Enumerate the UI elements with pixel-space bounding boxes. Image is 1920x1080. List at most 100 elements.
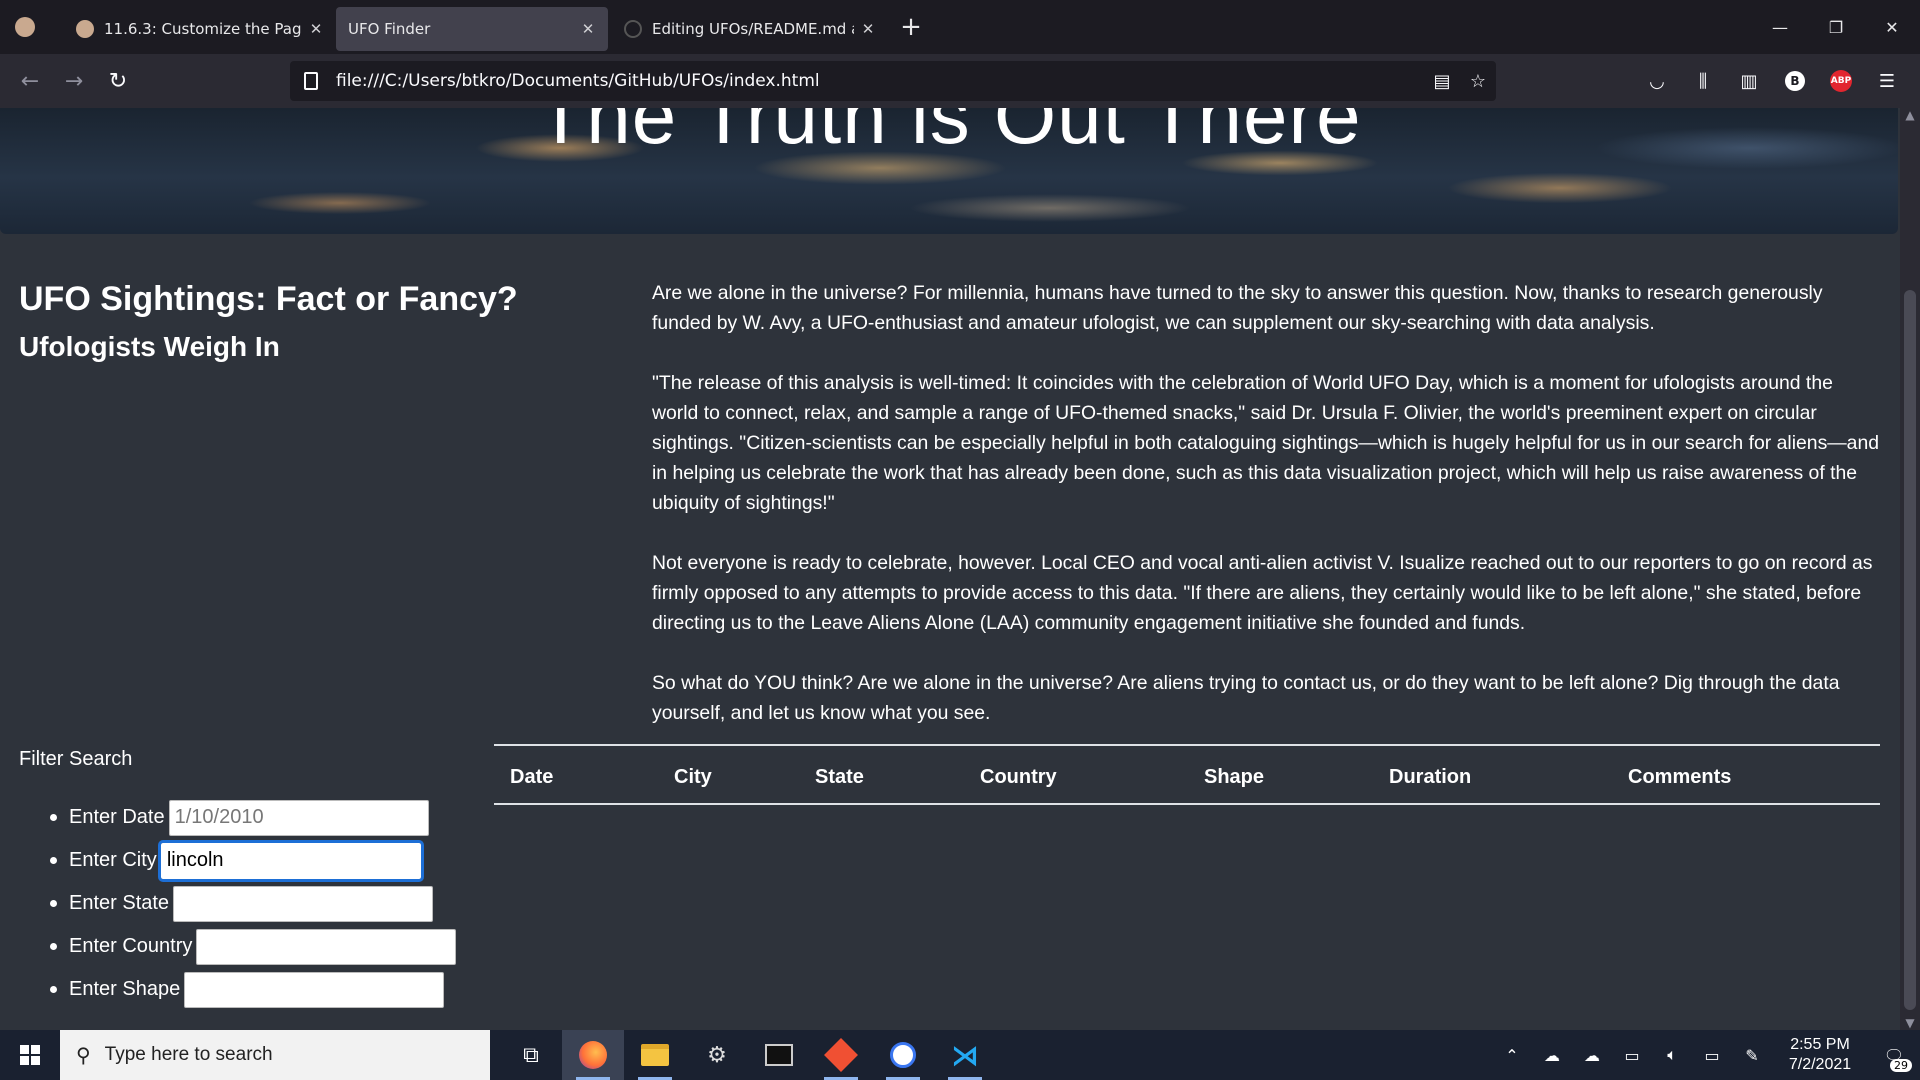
tab-favicon-icon <box>76 20 94 38</box>
column-header-date: Date <box>494 744 658 805</box>
article-paragraph: So what do YOU think? Are we alone in th… <box>652 672 1840 724</box>
article-body: Are we alone in the universe? For millen… <box>652 278 1882 758</box>
search-icon: ⚲ <box>76 1044 91 1067</box>
date-input[interactable] <box>168 799 429 836</box>
column-header-state: State <box>799 744 964 805</box>
tab-label: Editing UFOs/README.md at m <box>652 20 854 38</box>
filter-label: Enter State <box>69 892 170 914</box>
column-header-city: City <box>658 744 799 805</box>
filter-label: Enter City <box>69 849 157 871</box>
terminal-icon[interactable] <box>748 1030 810 1080</box>
taskbar-search[interactable]: ⚲ Type here to search <box>60 1030 490 1080</box>
headline-sub: Ufologists Weigh In <box>19 331 280 362</box>
page-headline: UFO Sightings: Fact or Fancy? Ufologists… <box>19 276 619 370</box>
profile-initial: B <box>1785 71 1805 91</box>
firefox-taskbar-icon[interactable] <box>562 1030 624 1080</box>
url-bar[interactable]: file:///C:/Users/btkro/Documents/GitHub/… <box>290 61 1496 101</box>
browser-nav-bar: ← → ↻ file:///C:/Users/btkro/Documents/G… <box>0 54 1920 108</box>
article-paragraph: Not everyone is ready to celebrate, howe… <box>652 552 1873 634</box>
firefox-view-button[interactable] <box>0 0 50 54</box>
abp-label: ABP <box>1830 70 1852 92</box>
search-placeholder: Type here to search <box>104 1044 273 1065</box>
article-paragraph: Are we alone in the universe? For millen… <box>652 282 1823 334</box>
reload-icon[interactable]: ↻ <box>96 59 140 103</box>
close-tab-icon[interactable]: ✕ <box>308 20 324 38</box>
cloud-icon[interactable]: ☁ <box>1572 1030 1612 1080</box>
column-header-country: Country <box>964 744 1188 805</box>
close-window-icon[interactable]: ✕ <box>1864 0 1920 54</box>
table-header-row: Date City State Country Shape Duration C… <box>494 744 1880 805</box>
filter-item-date: Enter Date <box>50 796 456 839</box>
tab-customize-page[interactable]: 11.6.3: Customize the Page with ✕ <box>64 7 336 51</box>
system-tray: ⌃ ☁ ☁ ▭ 🔈︎ ▭ ✎ 2:55 PM 7/2/2021 🗨︎ 29 <box>1492 1030 1920 1080</box>
scrollbar-thumb[interactable] <box>1904 290 1916 1010</box>
tab-ufo-finder[interactable]: UFO Finder ✕ <box>336 7 608 51</box>
task-view-icon[interactable]: ⧉ <box>500 1030 562 1080</box>
page-viewport: The Truth is Out There UFO Sightings: Fa… <box>0 108 1900 1030</box>
restore-icon[interactable]: ❐ <box>1808 0 1864 54</box>
tab-editing-readme[interactable]: Editing UFOs/README.md at m ✕ <box>612 7 888 51</box>
github-icon <box>624 20 642 38</box>
pen-icon[interactable]: ✎ <box>1732 1030 1772 1080</box>
bookmark-star-icon[interactable]: ☆ <box>1460 71 1496 92</box>
toolbar-icons: ◡ ⫼ ▥ B ABP ☰ <box>1634 61 1910 101</box>
bullet <box>50 943 57 950</box>
bullet <box>50 900 57 907</box>
battery-icon[interactable]: ▭ <box>1612 1030 1652 1080</box>
show-hidden-icons-chevron-icon[interactable]: ⌃ <box>1492 1030 1532 1080</box>
settings-app-icon[interactable]: ⚙ <box>686 1030 748 1080</box>
windows-logo-icon <box>20 1045 40 1065</box>
sidebar-icon[interactable]: ▥ <box>1726 61 1772 101</box>
tab-label: 11.6.3: Customize the Page with <box>104 20 302 38</box>
tab-label: UFO Finder <box>348 20 431 38</box>
ufo-table: Date City State Country Shape Duration C… <box>494 744 1880 805</box>
close-tab-icon[interactable]: ✕ <box>860 20 876 38</box>
column-header-comments: Comments <box>1612 744 1880 805</box>
taskbar-apps: ⧉ ⚙ ⋊ <box>500 1030 996 1080</box>
minimize-icon[interactable]: — <box>1752 0 1808 54</box>
vscode-icon[interactable]: ⋊ <box>934 1030 996 1080</box>
column-header-shape: Shape <box>1188 744 1373 805</box>
back-arrow-icon[interactable]: ← <box>8 59 52 103</box>
library-icon[interactable]: ⫼ <box>1680 61 1726 101</box>
shape-input[interactable] <box>184 971 445 1008</box>
page-scrollbar[interactable]: ▲ ▼ <box>1900 108 1920 1030</box>
country-input[interactable] <box>196 928 457 965</box>
signal-icon[interactable] <box>872 1030 934 1080</box>
notification-center-icon[interactable]: 🗨︎ 29 <box>1868 1030 1920 1080</box>
article-paragraph: "The release of this analysis is well-ti… <box>652 372 1880 514</box>
new-tab-button[interactable]: + <box>888 5 934 49</box>
pocket-icon[interactable]: ◡ <box>1634 61 1680 101</box>
scroll-up-icon[interactable]: ▲ <box>1900 108 1920 122</box>
filter-item-country: Enter Country <box>50 925 457 968</box>
adblock-plus-icon[interactable]: ABP <box>1818 61 1864 101</box>
reader-view-icon[interactable]: ▤ <box>1424 71 1460 92</box>
url-text[interactable]: file:///C:/Users/btkro/Documents/GitHub/… <box>336 71 1424 91</box>
clock-date: 7/2/2021 <box>1788 1056 1852 1073</box>
filter-label: Enter Date <box>69 806 165 828</box>
column-header-duration: Duration <box>1373 744 1612 805</box>
headline-main: UFO Sightings: Fact or Fancy? <box>19 280 518 318</box>
git-icon[interactable] <box>810 1030 872 1080</box>
clock[interactable]: 2:55 PM 7/2/2021 <box>1772 1030 1868 1080</box>
close-tab-icon[interactable]: ✕ <box>580 20 596 38</box>
file-explorer-icon[interactable] <box>624 1030 686 1080</box>
profile-icon[interactable]: B <box>1772 61 1818 101</box>
volume-icon[interactable]: 🔈︎ <box>1652 1030 1692 1080</box>
hero-banner: The Truth is Out There <box>0 108 1898 234</box>
filter-item-city: Enter City <box>50 839 456 882</box>
page-info-icon[interactable] <box>304 72 318 90</box>
city-input[interactable] <box>157 839 424 882</box>
forward-arrow-icon[interactable]: → <box>52 59 96 103</box>
state-input[interactable] <box>173 885 434 922</box>
onedrive-error-icon[interactable]: ☁ <box>1532 1030 1572 1080</box>
menu-icon[interactable]: ☰ <box>1864 61 1910 101</box>
network-icon[interactable]: ▭ <box>1692 1030 1732 1080</box>
start-button[interactable] <box>0 1030 60 1080</box>
bullet <box>50 986 57 993</box>
filter-search-title: Filter Search <box>19 748 133 770</box>
scroll-down-icon[interactable]: ▼ <box>1900 1016 1920 1030</box>
bullet <box>50 857 57 864</box>
hero-title: The Truth is Out There <box>536 108 1362 160</box>
windows-taskbar: ⚲ Type here to search ⧉ ⚙ ⋊ ⌃ ☁ ☁ ▭ 🔈︎ ▭… <box>0 1030 1920 1080</box>
